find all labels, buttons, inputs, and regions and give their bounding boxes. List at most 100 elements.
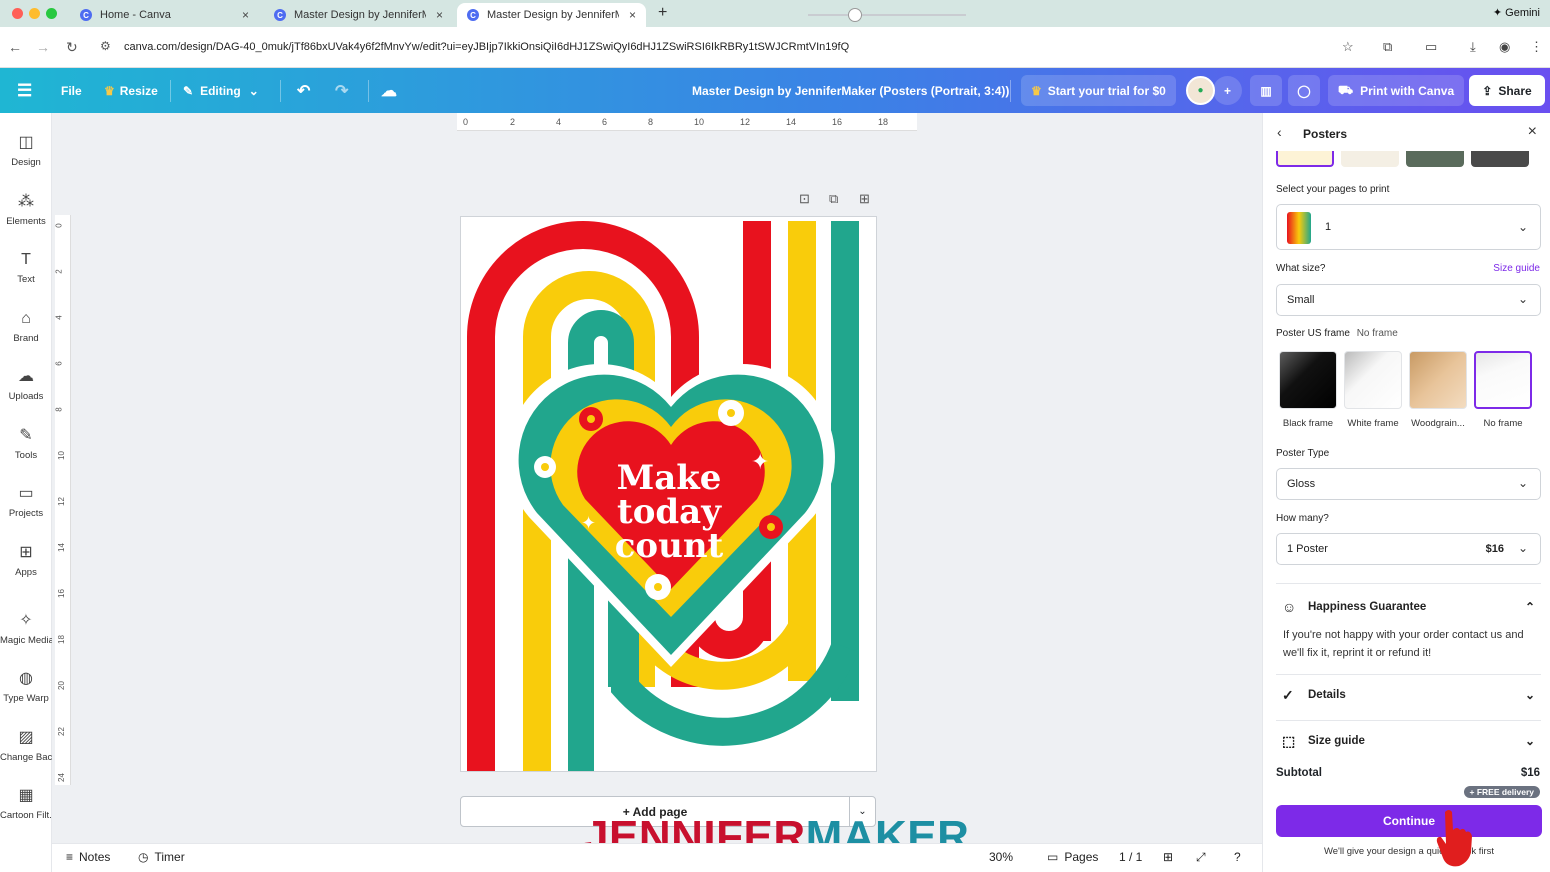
- close-icon[interactable]: ×: [1528, 123, 1537, 141]
- browser-tab[interactable]: C Master Design by JenniferMaker ×: [264, 3, 453, 27]
- chevron-down-icon: ⌄: [1524, 734, 1535, 748]
- design-title[interactable]: Master Design by JenniferMaker (Posters …: [692, 68, 1009, 113]
- product-thumbnail-strip[interactable]: [1276, 151, 1546, 169]
- extensions-icon[interactable]: ⧉: [1383, 39, 1392, 55]
- sidebar-item-cartoon-filter[interactable]: ▦ Cartoon Filt...: [0, 786, 52, 821]
- site-info-icon[interactable]: ⚙: [100, 39, 111, 53]
- quantity-select[interactable]: 1 Poster $16 ⌄: [1276, 533, 1541, 565]
- type-warp-icon: ◍: [19, 670, 33, 687]
- sidebar-item-design[interactable]: ◫ Design: [0, 133, 52, 168]
- maximize-window-button[interactable]: [46, 8, 57, 19]
- pages-icon: ▭: [1047, 850, 1059, 864]
- back-arrow-icon[interactable]: ←: [8, 39, 22, 55]
- size-guide-link[interactable]: Size guide: [1493, 263, 1540, 274]
- lock-page-icon[interactable]: ⊡: [799, 191, 810, 207]
- sidebar-item-uploads[interactable]: ☁ Uploads: [0, 367, 52, 402]
- url-field[interactable]: canva.com/design/DAG-40_0muk/jTf86bxUVak…: [124, 41, 849, 53]
- ruler-tick: 0: [463, 117, 469, 127]
- size-select[interactable]: Small ⌄: [1276, 284, 1541, 316]
- hamburger-menu-icon[interactable]: ☰: [17, 68, 32, 113]
- size-guide-accordion[interactable]: ⬚ Size guide ⌄: [1276, 729, 1541, 757]
- share-button[interactable]: ⇪ Share: [1469, 75, 1545, 106]
- white-frame-option[interactable]: [1344, 351, 1402, 409]
- forward-arrow-icon[interactable]: →: [36, 39, 50, 55]
- quantity-value: 1 Poster: [1287, 543, 1328, 555]
- guarantee-text: If you're not happy with your order cont…: [1283, 629, 1524, 659]
- notes-button[interactable]: ≡ Notes: [66, 850, 110, 864]
- sidebar-item-magic-media[interactable]: ✧ Magic Media: [0, 611, 52, 646]
- close-tab-icon[interactable]: ×: [629, 8, 636, 22]
- start-trial-button[interactable]: ♛ Start your trial for $0: [1021, 75, 1176, 106]
- happiness-guarantee-accordion[interactable]: ☺ Happiness Guarantee ⌃: [1276, 595, 1541, 623]
- ruler-tick: 10: [56, 451, 66, 460]
- sidebar-item-brand[interactable]: ⌂ Brand: [0, 309, 52, 344]
- product-thumbnail[interactable]: [1276, 151, 1334, 167]
- print-with-canva-button[interactable]: ⛟ Print with Canva: [1328, 75, 1465, 106]
- reload-icon[interactable]: ↻: [66, 39, 78, 56]
- close-window-button[interactable]: [12, 8, 23, 19]
- ruler-tick: 18: [56, 635, 66, 644]
- sidebar-item-apps[interactable]: ⊞ Apps: [0, 543, 52, 578]
- comments-icon[interactable]: ◯: [1288, 75, 1320, 106]
- insights-icon[interactable]: ▥: [1250, 75, 1282, 106]
- redo-icon[interactable]: ↷: [335, 68, 348, 113]
- cast-icon[interactable]: ▭: [1425, 39, 1437, 55]
- resize-button[interactable]: ♛ Resize: [104, 68, 158, 113]
- browser-menu-icon[interactable]: ⋮: [1530, 39, 1543, 55]
- gemini-button[interactable]: ✦ Gemini: [1493, 6, 1540, 19]
- sidebar-item-tools[interactable]: ✎ Tools: [0, 426, 52, 461]
- editing-mode-button[interactable]: ✎ Editing ⌄: [183, 68, 259, 113]
- poster-artwork[interactable]: ✦ ✦ Make today count: [461, 217, 877, 772]
- sidebar-item-type-warp[interactable]: ◍ Type Warp: [0, 669, 52, 704]
- sidebar-item-change-background[interactable]: ▨ Change Bac...: [0, 728, 52, 763]
- close-tab-icon[interactable]: ×: [436, 8, 443, 22]
- chevron-up-icon: ⌃: [1524, 600, 1535, 614]
- zoom-slider-track[interactable]: [808, 14, 966, 16]
- zoom-slider-thumb[interactable]: [848, 8, 862, 22]
- continue-button[interactable]: Continue: [1276, 805, 1542, 837]
- sidebar-item-elements[interactable]: ⁂ Elements: [0, 192, 52, 227]
- page-select-dropdown[interactable]: 1 ⌄: [1276, 204, 1541, 250]
- pages-button[interactable]: ▭ Pages: [1047, 850, 1098, 864]
- help-icon[interactable]: ?: [1234, 850, 1241, 864]
- add-collaborator-button[interactable]: +: [1213, 76, 1242, 105]
- sidebar-item-text[interactable]: T Text: [0, 250, 52, 285]
- undo-icon[interactable]: ↶: [297, 68, 310, 113]
- product-thumbnail[interactable]: [1471, 151, 1529, 167]
- new-tab-button[interactable]: +: [658, 4, 667, 22]
- ruler-icon: ⬚: [1282, 733, 1296, 749]
- poster-type-select[interactable]: Gloss ⌄: [1276, 468, 1541, 500]
- sidebar-item-projects[interactable]: ▭ Projects: [0, 484, 52, 519]
- product-thumbnail[interactable]: [1406, 151, 1464, 167]
- sidebar-item-label: Magic Media: [0, 635, 52, 646]
- ruler-tick: 14: [786, 117, 797, 127]
- bookmark-star-icon[interactable]: ☆: [1342, 39, 1354, 55]
- no-frame-option[interactable]: [1474, 351, 1532, 409]
- accordion-title: Size guide: [1308, 735, 1365, 747]
- poster-page[interactable]: ✦ ✦ Make today count: [460, 216, 877, 772]
- product-thumbnail[interactable]: [1341, 151, 1399, 167]
- browser-tab-active[interactable]: C Master Design by JenniferMaker ×: [457, 3, 647, 27]
- close-tab-icon[interactable]: ×: [242, 8, 249, 22]
- fullscreen-icon[interactable]: ⤢: [1196, 850, 1206, 865]
- download-icon[interactable]: ⤓: [1470, 39, 1476, 55]
- file-menu[interactable]: File: [61, 68, 82, 113]
- back-chevron-icon[interactable]: ‹: [1277, 124, 1282, 140]
- divider: [1276, 583, 1541, 584]
- browser-tab[interactable]: C Home - Canva ×: [70, 3, 259, 27]
- zoom-level[interactable]: 30%: [989, 850, 1013, 864]
- ruler-tick: 12: [56, 497, 66, 506]
- grid-view-icon[interactable]: ⊞: [1163, 850, 1173, 864]
- woodgrain-frame-option[interactable]: [1409, 351, 1467, 409]
- timer-button[interactable]: ◷ Timer: [138, 850, 185, 864]
- duplicate-page-icon[interactable]: ⧉: [829, 191, 838, 207]
- cloud-saved-icon[interactable]: ☁: [381, 68, 397, 113]
- profile-icon[interactable]: ◉: [1499, 39, 1510, 55]
- avatar[interactable]: ●: [1186, 76, 1215, 105]
- details-accordion[interactable]: ✓ Details ⌄: [1276, 683, 1541, 711]
- trial-label: Start your trial for $0: [1047, 83, 1166, 98]
- minimize-window-button[interactable]: [29, 8, 40, 19]
- black-frame-option[interactable]: [1279, 351, 1337, 409]
- page-select-value: 1: [1325, 221, 1332, 233]
- add-page-icon[interactable]: ⊞: [859, 191, 870, 207]
